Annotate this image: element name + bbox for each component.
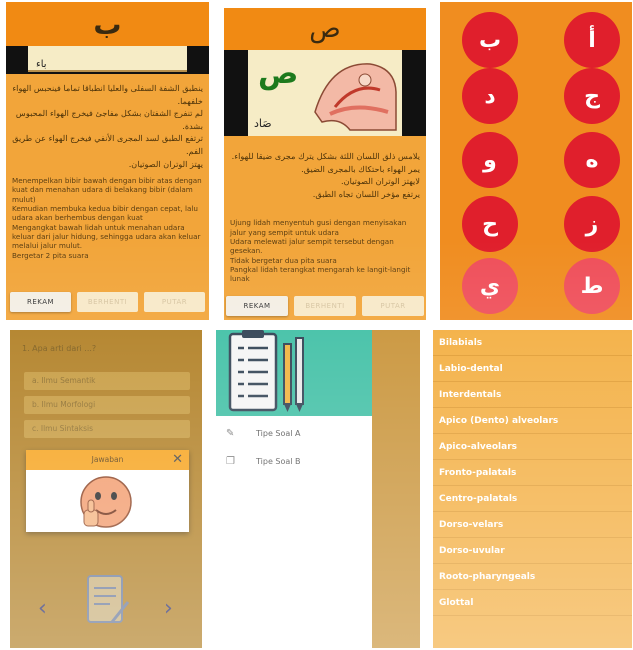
category-item[interactable]: Fronto-palatals [433,460,632,486]
image-card [28,46,187,72]
arabic-line: يهتز الوتران الصوتيان. [128,158,203,169]
letter-button[interactable]: ج [564,68,620,124]
audio-controls: REKAM BERHENTI PUTAR [224,296,426,316]
category-item[interactable]: Apico (Dento) alveolars [433,408,632,434]
thumbs-up-emoji-icon [80,476,132,528]
letter-button[interactable]: ه [564,132,620,188]
next-arrow-icon[interactable]: › [164,596,173,621]
image-letter: ص [258,56,299,91]
menu-item-tipe-soal-b[interactable]: ❐ Tipe Soal B [226,456,301,467]
image-caption: باء [36,59,47,70]
articulation-image: باء [6,46,209,74]
play-button[interactable]: PUTAR [144,292,205,312]
category-item[interactable]: Dorso-velars [433,512,632,538]
image-caption: صَاد [254,117,272,130]
answer-option[interactable]: b. Ilmu Morfologi [24,396,190,414]
drawer-scrim[interactable] [372,330,420,648]
audio-controls: REKAM BERHENTI PUTAR [6,292,209,312]
letter-button[interactable]: ز [564,196,620,252]
close-icon[interactable]: ✕ [172,452,183,467]
letter-button[interactable]: د [462,68,518,124]
articulation-image: ص صَاد [224,50,426,136]
arabic-line: ينطبق الشفة السفلى والعليا انطباقا تماما… [12,83,203,106]
record-button[interactable]: REKAM [10,292,71,312]
articulation-screen-ba: ب باء ينطبق الشفة السفلى والعليا انطباقا… [6,2,209,320]
category-item[interactable]: Interdentals [433,382,632,408]
articulation-screen-sad: ص ص صَاد يلامس ذلق اللسان اللثة بشكل يتر… [224,8,426,320]
stop-button[interactable]: BERHENTI [77,292,138,312]
letter-button[interactable]: ط [564,258,620,314]
question-text: 1. Apa arti dari ...? [22,344,97,353]
dialog-header: Jawaban ✕ [26,450,189,470]
indonesian-description: Menempelkan bibir bawah dengan bibir ata… [6,170,209,260]
navigation-drawer: ✎ Tipe Soal A ❐ Tipe Soal B [216,330,372,648]
indonesian-line: Bergetar 2 pita suara [12,250,89,260]
indonesian-line: Kemudian membuka kedua bibir dengan cepa… [12,204,198,223]
play-button[interactable]: PUTAR [362,296,424,316]
quiz-document-icon [87,575,130,623]
arabic-line: لم تنفرج الشفتان بشكل مفاجئ فيخرج الهواء… [15,108,203,131]
arabic-line: لايهتز الوتران الصوتيان. [341,176,420,187]
arabic-line: يمر الهواء باحتكاك بالمجرى الضيق. [301,163,420,174]
category-item[interactable]: Glottal [433,590,632,616]
menu-item-label: Tipe Soal A [256,429,301,438]
category-item[interactable]: Centro-palatals [433,486,632,512]
arabic-line: يلامس ذلق اللسان اللثة بشكل يترك مجرى ضي… [231,151,420,161]
indonesian-line: Ujung lidah menyentuh gusi dengan menyis… [230,218,407,237]
category-item[interactable]: Apico-alveolars [433,434,632,460]
category-list-screen: Bilabials Labio-dental Interdentals Apic… [433,330,632,648]
answer-option[interactable]: a. Ilmu Semantik [24,372,190,390]
quiz-screen: 1. Apa arti dari ...? a. Ilmu Semantik b… [10,330,202,648]
letter-button[interactable]: و [462,132,518,188]
checklist-pencil-icon [228,330,304,412]
arabic-line: ترتفع الطبق لسد المجرى الأنفي فيخرج الهو… [12,133,203,156]
letter-grid-screen: ب أ د ج و ه ح ز ي ط [440,2,632,320]
category-item[interactable]: Labio-dental [433,356,632,382]
mouth-diagram-icon [314,63,397,131]
category-item[interactable]: Dorso-uvular [433,538,632,564]
menu-item-label: Tipe Soal B [256,457,301,466]
dialog-title: Jawaban [91,455,124,464]
answer-option[interactable]: c. Ilmu Sintaksis [24,420,190,438]
letter-button[interactable]: أ [564,12,620,68]
category-item[interactable]: Rooto-pharyngeals [433,564,632,590]
indonesian-line: Pangkal lidah terangkat mengarah ke lang… [230,264,411,284]
record-button[interactable]: REKAM [226,296,288,316]
arabic-description: يلامس ذلق اللسان اللثة بشكل يترك مجرى ضي… [224,136,426,200]
letter-button[interactable]: ي [462,258,518,314]
pencil-icon: ✎ [226,428,235,439]
indonesian-description: Ujung lidah menyentuh gusi dengan menyis… [224,200,426,283]
category-item[interactable]: Bilabials [433,330,632,356]
arabic-description: ينطبق الشفة السفلى والعليا انطباقا تماما… [6,74,209,170]
indonesian-line: Tidak bergetar dua pita suara [230,255,337,265]
letter-button[interactable]: ب [462,12,518,68]
menu-item-tipe-soal-a[interactable]: ✎ Tipe Soal A [226,428,301,439]
indonesian-line: Menempelkan bibir bawah dengan bibir ata… [12,176,202,204]
letter-button[interactable]: ح [462,196,518,252]
prev-arrow-icon[interactable]: ‹ [38,596,47,621]
stop-button[interactable]: BERHENTI [294,296,356,316]
indonesian-line: Udara melewati jalur sempit tersebut den… [230,236,394,256]
letter-title: ص [224,8,426,50]
arabic-line: يرتفع مؤخر اللسان تجاه الطبق. [312,188,420,199]
indonesian-line: Mengangkat bawah lidah untuk menahan uda… [12,222,201,251]
copy-icon: ❐ [226,456,235,467]
navigation-drawer-screen: ✎ Tipe Soal A ❐ Tipe Soal B [216,330,420,648]
letter-title: ب [6,2,209,46]
answer-dialog: Jawaban ✕ [26,450,189,532]
drawer-header [216,330,372,416]
